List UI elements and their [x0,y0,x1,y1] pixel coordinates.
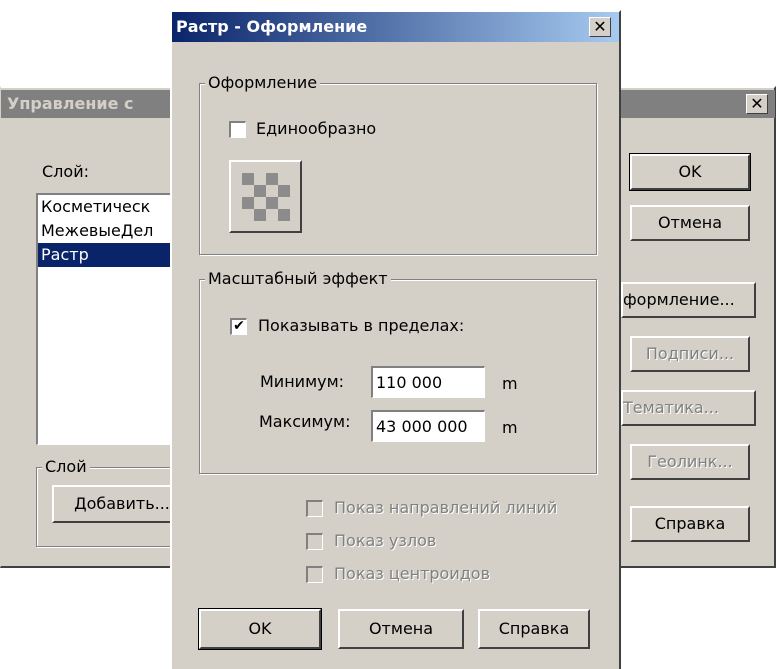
style-group-label: Оформление [205,74,321,92]
line-direction-checkbox[interactable] [306,500,323,517]
layer-style-button[interactable]: формление... [621,282,756,318]
scale-effect-group-label: Масштабный эффект [205,270,391,288]
geolink-button[interactable]: Геолинк... [630,444,750,480]
fill-pattern-button[interactable] [229,160,302,233]
layer-group-label: Слой [42,458,90,476]
layer-control-close-button[interactable]: ✕ [746,94,768,114]
show-nodes-checkbox[interactable] [306,533,323,550]
checker-pattern-icon [242,173,290,221]
show-centroids-label: Показ центроидов [334,564,491,583]
main-cancel-button[interactable]: Отмена [630,205,750,241]
dialog-help-button[interactable]: Справка [478,609,590,649]
thematic-button[interactable]: Тематика... [621,390,756,426]
show-nodes-label: Показ узлов [334,531,437,550]
min-scale-unit: m [502,374,518,393]
min-scale-label: Минимум: [260,372,345,391]
show-range-label: Показывать в пределах: [258,316,465,335]
show-centroids-checkbox[interactable] [306,566,323,583]
dialog-cancel-button[interactable]: Отмена [338,609,464,649]
labels-button[interactable]: Подписи... [630,336,750,372]
main-help-button[interactable]: Справка [630,506,750,542]
min-scale-input[interactable] [371,366,485,398]
dialog-ok-button[interactable]: OK [198,608,322,650]
main-ok-button[interactable]: OK [629,153,751,191]
show-range-checkbox[interactable]: ✔ [230,318,247,335]
max-scale-input[interactable] [371,410,485,442]
raster-style-dialog: Растр - Оформление ✕ Оформление Единообр… [170,10,621,669]
uniform-label: Единообразно [256,119,377,138]
raster-style-title: Растр - Оформление [172,12,619,42]
raster-style-close-button[interactable]: ✕ [589,17,611,37]
uniform-checkbox[interactable] [229,121,246,138]
line-direction-label: Показ направлений линий [334,498,558,517]
layer-list-label: Слой: [42,162,89,181]
max-scale-unit: m [502,418,518,437]
max-scale-label: Максимум: [259,412,351,431]
